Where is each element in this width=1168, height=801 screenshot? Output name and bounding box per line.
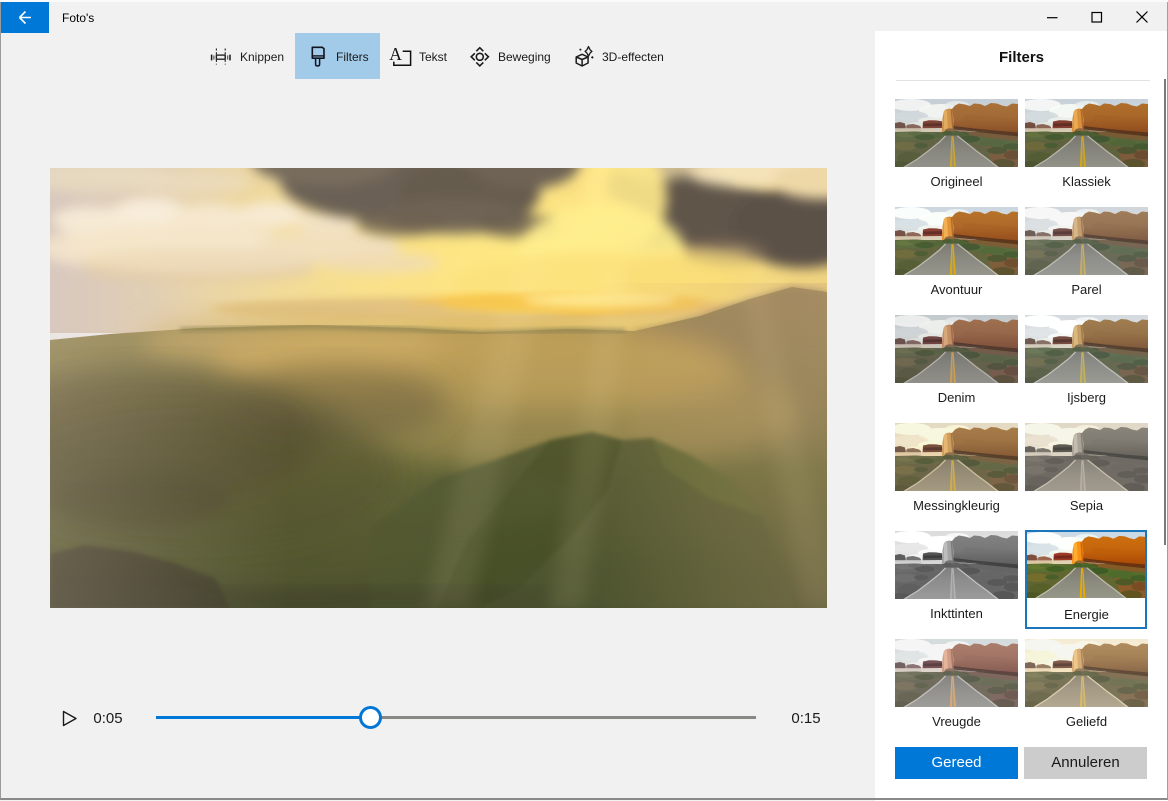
- svg-text:A: A: [389, 44, 402, 64]
